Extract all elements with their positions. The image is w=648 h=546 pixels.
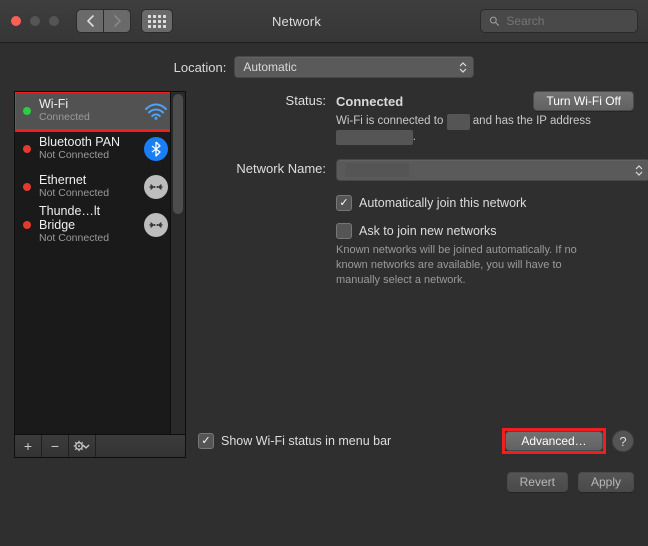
ask-join-label: Ask to join new networks bbox=[359, 224, 497, 238]
status-dot-icon bbox=[23, 145, 31, 153]
remove-service-button[interactable]: − bbox=[42, 435, 69, 457]
sidebar-footer: + − bbox=[14, 434, 186, 458]
service-status: Not Connected bbox=[39, 233, 135, 245]
service-status: Not Connected bbox=[39, 188, 135, 200]
status-dot-icon bbox=[23, 221, 31, 229]
show-menubar-label: Show Wi-Fi status in menu bar bbox=[221, 434, 391, 448]
search-icon bbox=[489, 15, 499, 27]
status-label: Status: bbox=[198, 91, 336, 108]
status-value: Connected bbox=[336, 94, 403, 109]
footer-buttons: Revert Apply bbox=[0, 472, 648, 506]
auto-join-label: Automatically join this network bbox=[359, 196, 526, 210]
service-name: Thunde…lt Bridge bbox=[39, 205, 135, 233]
thunderbolt-icon bbox=[143, 212, 169, 238]
sidebar-item-bluetooth-pan[interactable]: Bluetooth PAN Not Connected bbox=[15, 130, 185, 168]
status-row: Status: Connected Turn Wi-Fi Off Wi-Fi i… bbox=[198, 91, 634, 145]
updown-caret-icon bbox=[627, 165, 643, 176]
status-dot-icon bbox=[23, 183, 31, 191]
back-button[interactable] bbox=[77, 10, 103, 32]
sidebar-item-thunderbolt-bridge[interactable]: Thunde…lt Bridge Not Connected bbox=[15, 206, 185, 244]
close-window[interactable] bbox=[10, 15, 22, 27]
network-name-row: Network Name: XXXXXXXX Automatically joi… bbox=[198, 159, 634, 288]
window-title: Network bbox=[123, 14, 470, 29]
service-name: Ethernet bbox=[39, 174, 135, 188]
service-list: Wi-Fi Connected Bluetooth PAN bbox=[14, 91, 186, 434]
redacted-ssid: XXX bbox=[447, 114, 470, 130]
ethernet-icon bbox=[143, 174, 169, 200]
updown-caret-icon bbox=[451, 62, 467, 73]
add-service-button[interactable]: + bbox=[15, 435, 42, 457]
sidebar-item-wifi[interactable]: Wi-Fi Connected bbox=[15, 92, 185, 130]
sidebar-item-ethernet[interactable]: Ethernet Not Connected bbox=[15, 168, 185, 206]
bottom-row: Show Wi-Fi status in menu bar Advanced… … bbox=[198, 430, 634, 452]
ask-join-hint: Known networks will be joined automatica… bbox=[336, 243, 586, 288]
minimize-window[interactable] bbox=[29, 15, 41, 27]
ask-join-checkbox[interactable]: Ask to join new networks bbox=[336, 223, 634, 239]
window-controls bbox=[10, 15, 60, 27]
service-status: Connected bbox=[39, 112, 135, 124]
location-popup[interactable]: Automatic bbox=[234, 56, 474, 78]
sidebar-scrollbar[interactable] bbox=[170, 92, 185, 434]
location-label: Location: bbox=[174, 60, 227, 75]
sidebar: Wi-Fi Connected Bluetooth PAN bbox=[14, 91, 186, 458]
gear-icon bbox=[72, 440, 92, 452]
scrollbar-thumb[interactable] bbox=[173, 94, 183, 214]
status-description: Wi-Fi is connected to XXX and has the IP… bbox=[336, 114, 634, 145]
service-name: Wi-Fi bbox=[39, 98, 135, 112]
main-area: Wi-Fi Connected Bluetooth PAN bbox=[0, 91, 648, 472]
service-status: Not Connected bbox=[39, 150, 135, 162]
checkbox-icon bbox=[198, 433, 214, 449]
checkbox-icon bbox=[336, 195, 352, 211]
toolbar: Network bbox=[0, 0, 648, 43]
show-menubar-checkbox[interactable]: Show Wi-Fi status in menu bar bbox=[198, 433, 391, 449]
location-value: Automatic bbox=[243, 60, 296, 74]
apply-button[interactable]: Apply bbox=[578, 472, 634, 492]
help-button[interactable]: ? bbox=[612, 430, 634, 452]
zoom-window[interactable] bbox=[48, 15, 60, 27]
search-field[interactable] bbox=[480, 9, 638, 33]
service-name: Bluetooth PAN bbox=[39, 136, 135, 150]
status-dot-icon bbox=[23, 107, 31, 115]
checkbox-icon bbox=[336, 223, 352, 239]
auto-join-checkbox[interactable]: Automatically join this network bbox=[336, 195, 634, 211]
search-input[interactable] bbox=[504, 13, 629, 29]
revert-button[interactable]: Revert bbox=[507, 472, 568, 492]
service-actions-button[interactable] bbox=[69, 435, 96, 457]
advanced-button[interactable]: Advanced… bbox=[505, 431, 603, 451]
network-name-popup[interactable]: XXXXXXXX bbox=[336, 159, 648, 181]
wifi-icon bbox=[143, 98, 169, 124]
redacted-ip: XXXXXXXXXX bbox=[336, 130, 413, 146]
network-name-label: Network Name: bbox=[198, 159, 336, 176]
turn-wifi-off-button[interactable]: Turn Wi-Fi Off bbox=[533, 91, 634, 111]
location-row: Location: Automatic bbox=[0, 43, 648, 91]
detail-pane: Status: Connected Turn Wi-Fi Off Wi-Fi i… bbox=[198, 91, 634, 458]
bluetooth-icon bbox=[143, 136, 169, 162]
redacted-network-name: XXXXXXXX bbox=[345, 163, 409, 177]
